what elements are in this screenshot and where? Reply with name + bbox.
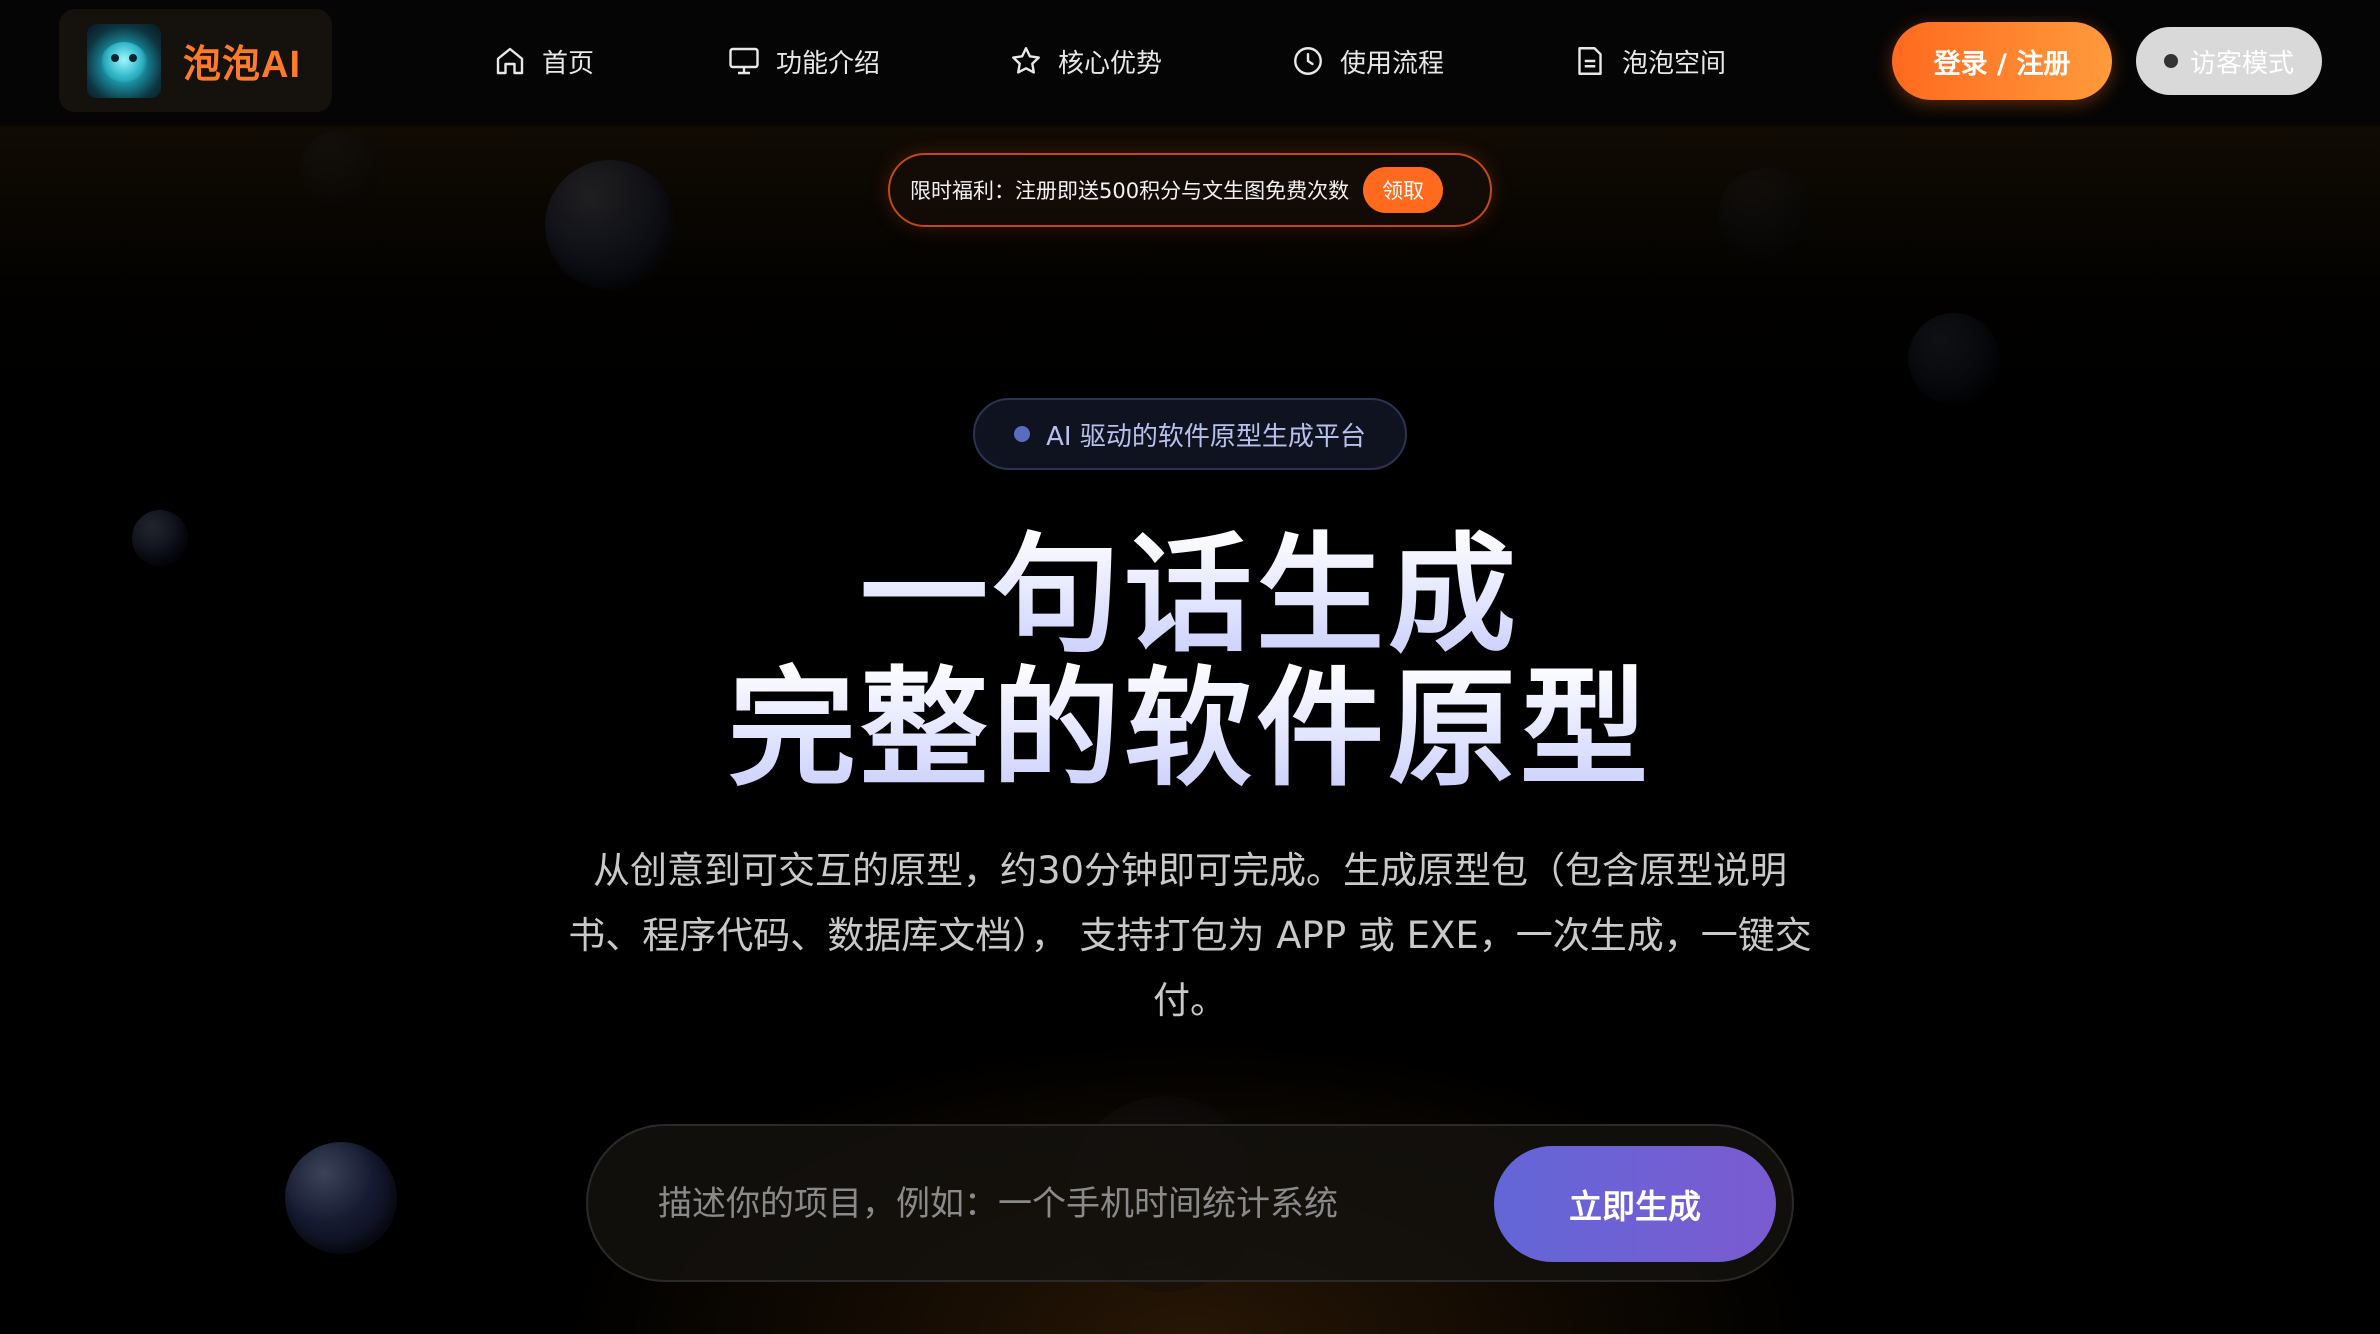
claim-button[interactable]: 领取 [1363,167,1444,213]
top-header: 泡泡AI 首页 功能介绍 核心优势 使用流程 泡泡空间 登录 / 注册 访客模式 [0,0,2380,126]
decorative-bubble [285,1142,397,1254]
document-icon [1578,47,1602,75]
decorative-bubble [1718,168,1814,264]
guest-mode-label: 访客模式 [2189,48,2294,79]
generate-now-button[interactable]: 立即生成 [1494,1146,1776,1262]
monitor-icon [729,47,759,75]
decorative-bubble [300,130,380,210]
clock-icon [1294,47,1322,75]
hero-title-line-1: 一句话生成 [0,526,2380,666]
bubble-mascot-logo-icon [87,23,161,98]
nav-label: 核心优势 [1058,48,1163,79]
nav-item-space[interactable]: 泡泡空间 [1572,43,1772,80]
hero-subtitle: 从创意到可交互的原型，约30分钟即可完成。生成原型包（包含原型说明书、程序代码、… [568,849,1812,1022]
tag-dot-icon [1014,426,1031,442]
status-dot-icon [2163,54,2178,68]
nav-label: 使用流程 [1340,48,1445,79]
nav-label: 功能介绍 [776,48,881,79]
login-register-button[interactable]: 登录 / 注册 [1892,22,2112,100]
decorative-bubble [545,160,675,290]
brand-logo[interactable]: 泡泡AI [59,9,332,112]
nav-label: 首页 [542,48,595,79]
nav-item-features[interactable]: 功能介绍 [726,43,926,80]
project-description-input[interactable] [658,1172,1458,1236]
nav-item-advantages[interactable]: 核心优势 [1008,43,1208,80]
decorative-bubble [1908,313,2000,405]
brand-name: 泡泡AI [183,44,302,86]
home-icon [496,47,524,75]
generator-bar: 立即生成 [586,1124,1794,1282]
nav-item-workflow[interactable]: 使用流程 [1290,43,1490,80]
star-icon [1012,47,1040,74]
guest-mode-button[interactable]: 访客模式 [2136,27,2322,95]
nav-item-home[interactable]: 首页 [492,43,594,80]
promo-banner: 限时福利：注册即送500积分与文生图免费次数 领取 [888,153,1492,227]
platform-tag: AI 驱动的软件原型生成平台 [973,398,1407,470]
tag-text: AI 驱动的软件原型生成平台 [1046,421,1366,452]
nav-label: 泡泡空间 [1622,48,1727,79]
promo-text: 限时福利：注册即送500积分与文生图免费次数 [910,179,1350,203]
hero-title-line-2: 完整的软件原型 [0,660,2380,800]
